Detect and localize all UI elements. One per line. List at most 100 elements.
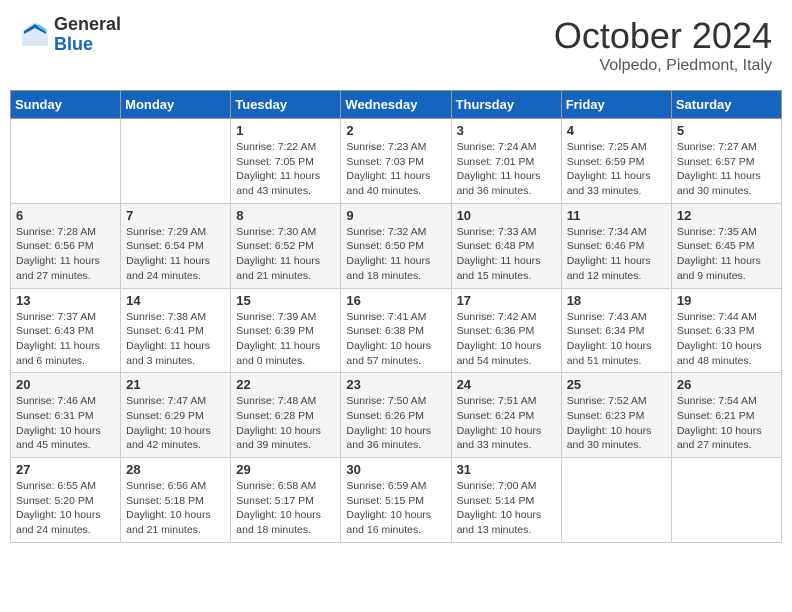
day-number: 11 <box>567 208 666 223</box>
logo: General Blue <box>20 15 121 55</box>
calendar-cell: 3 Sunrise: 7:24 AMSunset: 7:01 PMDaylight… <box>451 119 561 204</box>
calendar-cell: 12Sunrise: 7:35 AMSunset: 6:45 PMDayligh… <box>671 203 781 288</box>
day-number: 25 <box>567 377 666 392</box>
day-number: 24 <box>457 377 556 392</box>
day-info: Sunrise: 6:55 AMSunset: 5:20 PMDaylight:… <box>16 479 115 538</box>
day-number: 28 <box>126 462 225 477</box>
calendar-cell: 6 Sunrise: 7:28 AMSunset: 6:56 PMDaylight… <box>11 203 121 288</box>
day-info: Sunrise: 7:54 AMSunset: 6:21 PMDaylight:… <box>677 394 776 453</box>
calendar-cell: 1Sunrise: 7:22 AMSunset: 7:05 PMDaylight… <box>231 119 341 204</box>
calendar-cell: 27 Sunrise: 6:55 AMSunset: 5:20 PMDayligh… <box>11 458 121 543</box>
day-info: Sunrise: 7:42 AMSunset: 6:36 PMDaylight:… <box>457 310 556 369</box>
day-info: Sunrise: 7:43 AMSunset: 6:34 PMDaylight:… <box>567 310 666 369</box>
day-info: Sunrise: 6:58 AMSunset: 5:17 PMDaylight:… <box>236 479 335 538</box>
calendar-cell <box>561 458 671 543</box>
day-number: 30 <box>346 462 445 477</box>
calendar-cell: 31Sunrise: 7:00 AMSunset: 5:14 PMDayligh… <box>451 458 561 543</box>
day-info: Sunrise: 7:33 AMSunset: 6:48 PMDaylight:… <box>457 225 556 284</box>
calendar-cell: 4 Sunrise: 7:25 AMSunset: 6:59 PMDaylight… <box>561 119 671 204</box>
calendar-cell: 2 Sunrise: 7:23 AMSunset: 7:03 PMDaylight… <box>341 119 451 204</box>
day-number: 8 <box>236 208 335 223</box>
day-number: 9 <box>346 208 445 223</box>
day-info: Sunrise: 7:37 AMSunset: 6:43 PMDaylight:… <box>16 310 115 369</box>
day-number: 22 <box>236 377 335 392</box>
day-info: Sunrise: 6:56 AMSunset: 5:18 PMDaylight:… <box>126 479 225 538</box>
day-info: Sunrise: 7:30 AMSunset: 6:52 PMDaylight:… <box>236 225 335 284</box>
calendar-cell: 20Sunrise: 7:46 AMSunset: 6:31 PMDayligh… <box>11 373 121 458</box>
calendar-cell: 7 Sunrise: 7:29 AMSunset: 6:54 PMDaylight… <box>121 203 231 288</box>
day-info: Sunrise: 7:41 AMSunset: 6:38 PMDaylight:… <box>346 310 445 369</box>
day-info: Sunrise: 7:52 AMSunset: 6:23 PMDaylight:… <box>567 394 666 453</box>
day-number: 15 <box>236 293 335 308</box>
calendar-cell: 26 Sunrise: 7:54 AMSunset: 6:21 PMDayligh… <box>671 373 781 458</box>
header-tuesday: Tuesday <box>231 91 341 119</box>
page-header: General Blue October 2024 Volpedo, Piedm… <box>10 10 782 80</box>
calendar-cell: 29 Sunrise: 6:58 AMSunset: 5:17 PMDayligh… <box>231 458 341 543</box>
calendar-table: SundayMondayTuesdayWednesdayThursdayFrid… <box>10 90 782 543</box>
header-wednesday: Wednesday <box>341 91 451 119</box>
week-row-1: 1Sunrise: 7:22 AMSunset: 7:05 PMDaylight… <box>11 119 782 204</box>
day-number: 2 <box>346 123 445 138</box>
calendar-cell: 25 Sunrise: 7:52 AMSunset: 6:23 PMDayligh… <box>561 373 671 458</box>
calendar-cell: 21Sunrise: 7:47 AMSunset: 6:29 PMDayligh… <box>121 373 231 458</box>
calendar-cell: 11 Sunrise: 7:34 AMSunset: 6:46 PMDayligh… <box>561 203 671 288</box>
calendar-cell <box>11 119 121 204</box>
calendar-cell: 19 Sunrise: 7:44 AMSunset: 6:33 PMDayligh… <box>671 288 781 373</box>
day-number: 26 <box>677 377 776 392</box>
logo-blue-text: Blue <box>54 35 121 55</box>
day-number: 10 <box>457 208 556 223</box>
calendar-cell: 30 Sunrise: 6:59 AMSunset: 5:15 PMDayligh… <box>341 458 451 543</box>
day-info: Sunrise: 7:35 AMSunset: 6:45 PMDaylight:… <box>677 225 776 284</box>
calendar-cell: 13 Sunrise: 7:37 AMSunset: 6:43 PMDayligh… <box>11 288 121 373</box>
day-number: 5 <box>677 123 776 138</box>
day-info: Sunrise: 7:48 AMSunset: 6:28 PMDaylight:… <box>236 394 335 453</box>
day-info: Sunrise: 7:34 AMSunset: 6:46 PMDaylight:… <box>567 225 666 284</box>
calendar-cell <box>671 458 781 543</box>
calendar-cell: 9 Sunrise: 7:32 AMSunset: 6:50 PMDaylight… <box>341 203 451 288</box>
location: Volpedo, Piedmont, Italy <box>554 57 772 75</box>
header-row: SundayMondayTuesdayWednesdayThursdayFrid… <box>11 91 782 119</box>
day-number: 27 <box>16 462 115 477</box>
day-number: 19 <box>677 293 776 308</box>
day-info: Sunrise: 7:28 AMSunset: 6:56 PMDaylight:… <box>16 225 115 284</box>
calendar-cell: 14Sunrise: 7:38 AMSunset: 6:41 PMDayligh… <box>121 288 231 373</box>
day-info: Sunrise: 7:22 AMSunset: 7:05 PMDaylight:… <box>236 140 335 199</box>
day-info: Sunrise: 7:29 AMSunset: 6:54 PMDaylight:… <box>126 225 225 284</box>
day-info: Sunrise: 6:59 AMSunset: 5:15 PMDaylight:… <box>346 479 445 538</box>
day-number: 4 <box>567 123 666 138</box>
calendar-cell: 10 Sunrise: 7:33 AMSunset: 6:48 PMDayligh… <box>451 203 561 288</box>
calendar-cell: 15 Sunrise: 7:39 AMSunset: 6:39 PMDayligh… <box>231 288 341 373</box>
header-monday: Monday <box>121 91 231 119</box>
day-number: 17 <box>457 293 556 308</box>
day-number: 6 <box>16 208 115 223</box>
day-number: 3 <box>457 123 556 138</box>
week-row-2: 6 Sunrise: 7:28 AMSunset: 6:56 PMDaylight… <box>11 203 782 288</box>
week-row-5: 27 Sunrise: 6:55 AMSunset: 5:20 PMDayligh… <box>11 458 782 543</box>
day-info: Sunrise: 7:39 AMSunset: 6:39 PMDaylight:… <box>236 310 335 369</box>
calendar-cell: 17 Sunrise: 7:42 AMSunset: 6:36 PMDayligh… <box>451 288 561 373</box>
month-title: October 2024 <box>554 15 772 57</box>
week-row-4: 20Sunrise: 7:46 AMSunset: 6:31 PMDayligh… <box>11 373 782 458</box>
day-info: Sunrise: 7:44 AMSunset: 6:33 PMDaylight:… <box>677 310 776 369</box>
day-info: Sunrise: 7:51 AMSunset: 6:24 PMDaylight:… <box>457 394 556 453</box>
day-number: 13 <box>16 293 115 308</box>
day-info: Sunrise: 7:23 AMSunset: 7:03 PMDaylight:… <box>346 140 445 199</box>
calendar-cell: 16 Sunrise: 7:41 AMSunset: 6:38 PMDayligh… <box>341 288 451 373</box>
day-number: 29 <box>236 462 335 477</box>
day-info: Sunrise: 7:38 AMSunset: 6:41 PMDaylight:… <box>126 310 225 369</box>
day-info: Sunrise: 7:24 AMSunset: 7:01 PMDaylight:… <box>457 140 556 199</box>
title-section: October 2024 Volpedo, Piedmont, Italy <box>554 15 772 75</box>
logo-text: General Blue <box>54 15 121 55</box>
logo-icon <box>20 20 50 50</box>
day-number: 7 <box>126 208 225 223</box>
day-info: Sunrise: 7:46 AMSunset: 6:31 PMDaylight:… <box>16 394 115 453</box>
day-info: Sunrise: 7:25 AMSunset: 6:59 PMDaylight:… <box>567 140 666 199</box>
day-number: 16 <box>346 293 445 308</box>
calendar-cell: 23Sunrise: 7:50 AMSunset: 6:26 PMDayligh… <box>341 373 451 458</box>
calendar-cell: 5Sunrise: 7:27 AMSunset: 6:57 PMDaylight… <box>671 119 781 204</box>
day-info: Sunrise: 7:32 AMSunset: 6:50 PMDaylight:… <box>346 225 445 284</box>
week-row-3: 13 Sunrise: 7:37 AMSunset: 6:43 PMDayligh… <box>11 288 782 373</box>
calendar-cell: 24 Sunrise: 7:51 AMSunset: 6:24 PMDayligh… <box>451 373 561 458</box>
calendar-cell: 18Sunrise: 7:43 AMSunset: 6:34 PMDayligh… <box>561 288 671 373</box>
day-number: 21 <box>126 377 225 392</box>
